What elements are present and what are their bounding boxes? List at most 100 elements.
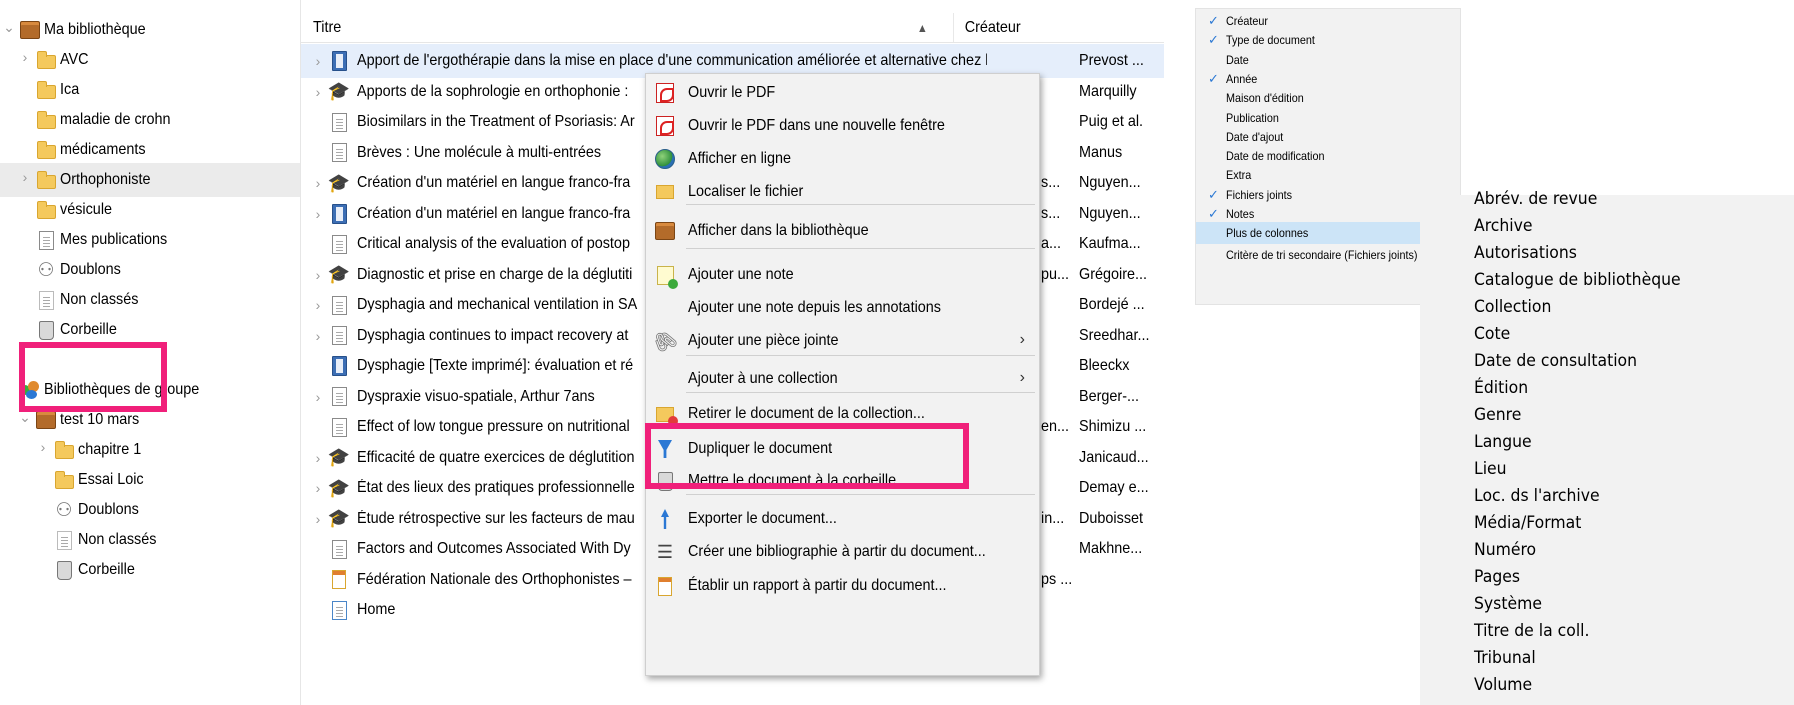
tree-item-label: test 10 mars — [60, 411, 140, 428]
more-columns-item[interactable]: Édition — [1474, 378, 1528, 398]
chevron-right-icon[interactable]: › — [18, 169, 32, 185]
tree-item[interactable]: Mes publications — [0, 223, 300, 257]
tree-item-label: maladie de crohn — [60, 111, 171, 128]
chevron-right-icon[interactable]: › — [311, 206, 325, 222]
more-columns-item[interactable]: Média/Format — [1474, 513, 1581, 533]
tree-item[interactable]: médicaments — [0, 133, 300, 167]
chevron-right-icon[interactable]: › — [311, 175, 325, 191]
tree-item[interactable]: › chapitre 1 — [0, 433, 300, 467]
tree-item[interactable]: Non classés — [0, 283, 300, 317]
context-menu-item[interactable]: Ajouter une note depuis les annotations — [646, 291, 1039, 325]
chevron-right-icon[interactable]: › — [36, 439, 50, 455]
more-columns-item[interactable]: Cote — [1474, 324, 1510, 344]
chevron-right-icon[interactable]: › — [311, 480, 325, 496]
context-menu-item[interactable]: Ouvrir le PDF — [646, 76, 1039, 110]
item-creator: Prevost ... — [1079, 52, 1144, 69]
context-menu-item[interactable]: Ajouter une note — [646, 258, 1039, 292]
sort-ascending-icon[interactable]: ▲ — [917, 13, 928, 43]
context-menu-item-label: Exporter le document... — [688, 510, 837, 527]
context-menu-item-label: Ajouter une pièce jointe — [688, 332, 839, 349]
folder-icon — [54, 470, 74, 490]
chevron-right-icon[interactable]: › — [311, 511, 325, 527]
context-menu-item[interactable]: ☰ Créer une bibliographie à partir du doc… — [646, 535, 1039, 569]
context-menu-item[interactable]: Ajouter à une collection › — [646, 362, 1039, 396]
item-title-tail: s... — [1041, 204, 1061, 222]
tree-item[interactable]: maladie de crohn — [0, 103, 300, 137]
pdf-icon — [654, 82, 676, 104]
more-columns-item[interactable]: Loc. ds l'archive — [1474, 486, 1600, 506]
chevron-right-icon[interactable]: › — [311, 450, 325, 466]
more-columns-item[interactable]: Titre de la coll. — [1474, 621, 1589, 641]
item-title-tail: s... — [1041, 174, 1061, 191]
tree-item[interactable]: ⌄ Ma bibliothèque — [0, 13, 300, 47]
item-context-menu[interactable]: Ouvrir le PDF Ouvrir le PDF dans une nouv… — [645, 73, 1040, 676]
item-title-tail: pu... — [1041, 265, 1070, 283]
more-columns-item[interactable]: Autorisations — [1474, 243, 1577, 263]
chevron-right-icon[interactable]: › — [18, 49, 32, 65]
column-header-creator[interactable]: Créateur — [953, 13, 1021, 43]
item-creator: Bordejé ... — [1079, 296, 1145, 313]
more-columns-item[interactable]: Numéro — [1474, 540, 1536, 560]
duplicates-icon: ⚇ — [37, 259, 55, 281]
more-columns-item[interactable]: Genre — [1474, 405, 1521, 425]
context-menu-item[interactable]: Exporter le document... — [646, 502, 1039, 536]
document-icon — [329, 417, 349, 437]
column-menu-item-label: Type de document — [1226, 33, 1315, 48]
context-menu-item[interactable]: Afficher dans la bibliothèque — [646, 214, 1039, 248]
chevron-right-icon[interactable]: › — [311, 267, 325, 283]
context-menu-item[interactable]: 🖇 Ajouter une pièce jointe › — [646, 324, 1039, 358]
more-columns-item[interactable]: Catalogue de bibliothèque — [1474, 270, 1681, 290]
tree-item[interactable]: vésicule — [0, 193, 300, 227]
context-menu-item[interactable]: Ouvrir le PDF dans une nouvelle fenêtre — [646, 109, 1039, 143]
more-columns-item[interactable]: Archive — [1474, 216, 1533, 236]
menu-separator — [686, 204, 1035, 205]
more-columns-item[interactable]: Collection — [1474, 297, 1551, 317]
tree-item-label: Non classés — [60, 291, 139, 308]
tree-item[interactable]: › AVC — [0, 43, 300, 77]
more-columns-item[interactable]: Tribunal — [1474, 648, 1536, 668]
checkmark-icon: ✓ — [1208, 32, 1219, 48]
context-menu-item[interactable]: Établir un rapport à partir du document.… — [646, 569, 1039, 603]
context-menu-item[interactable]: Afficher en ligne — [646, 142, 1039, 176]
trash-icon — [36, 320, 56, 340]
chevron-right-icon[interactable]: › — [311, 297, 325, 313]
more-columns-submenu[interactable]: Abrév. de revue Archive Autorisations Catal… — [1420, 189, 1794, 705]
chevron-right-icon[interactable]: › — [311, 328, 325, 344]
checkmark-icon: ✓ — [1208, 13, 1219, 28]
column-menu-item-label: Date — [1226, 52, 1249, 67]
more-columns-item[interactable]: Abrév. de revue — [1474, 189, 1597, 209]
chevron-right-icon[interactable]: › — [311, 389, 325, 405]
document-icon — [329, 326, 349, 346]
column-header-title[interactable]: Titre — [313, 13, 341, 43]
tree-item[interactable]: Non classés — [0, 523, 300, 557]
item-creator: Puig et al. — [1079, 113, 1144, 130]
chevron-right-icon[interactable]: › — [311, 84, 325, 100]
tree-item[interactable]: Ica — [0, 73, 300, 107]
more-columns-item[interactable]: Lieu — [1474, 459, 1507, 479]
context-menu-item-label: Ajouter une note — [688, 266, 794, 283]
tree-item[interactable]: ⚇ Doublons — [0, 493, 300, 527]
chevron-down-icon[interactable]: ⌄ — [2, 19, 16, 36]
more-columns-item[interactable]: Système — [1474, 594, 1542, 614]
unfiled-icon — [54, 530, 74, 550]
item-title: Apport de l'ergothérapie dans la mise en… — [357, 52, 987, 69]
report-icon — [329, 570, 349, 590]
tree-item[interactable]: › Orthophoniste — [0, 163, 300, 197]
document-icon — [329, 143, 349, 163]
more-columns-item[interactable]: Volume — [1474, 675, 1532, 695]
item-creator: Shimizu ... — [1079, 418, 1147, 435]
more-columns-item[interactable]: Pages — [1474, 567, 1520, 587]
context-menu-item-label: Retirer le document de la collection... — [688, 405, 925, 422]
tree-item[interactable]: ⚇ Doublons — [0, 253, 300, 287]
item-creator: Berger-... — [1079, 387, 1140, 405]
tree-item-label: AVC — [60, 51, 89, 68]
tree-item[interactable]: Corbeille — [0, 553, 300, 587]
paperclip-icon: 🖇 — [648, 325, 683, 358]
chevron-right-icon[interactable]: › — [311, 53, 325, 69]
menu-separator — [686, 355, 1035, 356]
thesis-icon: 🎓 — [327, 508, 351, 528]
more-columns-item[interactable]: Date de consultation — [1474, 351, 1637, 371]
more-columns-item[interactable]: Langue — [1474, 432, 1532, 452]
tree-item[interactable]: Essai Loic — [0, 463, 300, 497]
item-title-tail: in... — [1041, 509, 1065, 527]
